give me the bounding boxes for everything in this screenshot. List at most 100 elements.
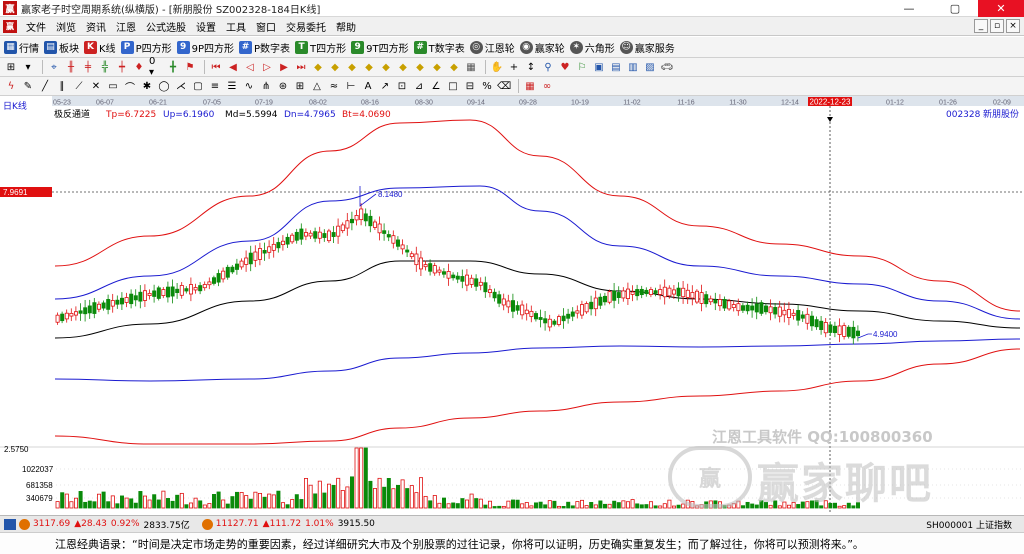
arrow-draw-icon[interactable]: ↗: [378, 79, 392, 93]
rect-icon[interactable]: ▭: [106, 79, 120, 93]
menu-tools[interactable]: 工具: [221, 19, 251, 34]
toolbar-p-table-button[interactable]: # P数字表: [239, 40, 290, 55]
prev-icon[interactable]: ◀: [226, 60, 240, 74]
first-icon[interactable]: ⏮: [209, 60, 223, 74]
diamond9-icon[interactable]: ◆: [447, 60, 461, 74]
diamond8-icon[interactable]: ◆: [430, 60, 444, 74]
toolbar-kline-button[interactable]: K K线: [84, 40, 116, 55]
menu-gann[interactable]: 江恩: [111, 19, 141, 34]
toolbar-9t-square-button[interactable]: 9 9T四方形: [351, 40, 409, 55]
minimize-button[interactable]: —: [886, 0, 932, 17]
toolbar-p-square-button[interactable]: P P四方形: [120, 40, 172, 55]
quotes-icon[interactable]: [4, 518, 16, 530]
toolbar-sectors-button[interactable]: ▤ 板块: [44, 40, 79, 55]
toolbar-9p-square-button[interactable]: 9 9P四方形: [176, 40, 234, 55]
menu-news[interactable]: 资讯: [81, 19, 111, 34]
maximize-button[interactable]: ▢: [932, 0, 978, 17]
toolbar-winner-wheel-button[interactable]: ◉ 赢家轮: [519, 40, 565, 55]
grid-draw-icon[interactable]: ⊞: [293, 79, 307, 93]
arrow-icon[interactable]: ↕: [524, 60, 538, 74]
crosshair-icon[interactable]: ⌖: [47, 60, 61, 74]
diamond5-icon[interactable]: ◆: [379, 60, 393, 74]
split-icon[interactable]: ⊞: [4, 60, 18, 74]
ellipse-icon[interactable]: ◯: [157, 79, 171, 93]
channel-icon[interactable]: ≡: [208, 79, 222, 93]
cross-icon[interactable]: ✕: [89, 79, 103, 93]
toolbar-t-table-button[interactable]: # T数字表: [413, 40, 465, 55]
dropdown-icon[interactable]: ▾: [21, 60, 35, 74]
candle-alt-icon[interactable]: ♦: [132, 60, 146, 74]
close-button[interactable]: ✕: [978, 0, 1024, 17]
toolbar-gann-wheel-button[interactable]: ◎ 江恩轮: [469, 40, 515, 55]
grid-tool-icon[interactable]: ▦: [464, 60, 478, 74]
combo-icon[interactable]: 0 ▾: [149, 56, 163, 78]
lightning-icon[interactable]: ϟ: [4, 79, 18, 93]
menu-file[interactable]: 文件: [21, 19, 51, 34]
wave-icon[interactable]: ≈: [327, 79, 341, 93]
menu-browse[interactable]: 浏览: [51, 19, 81, 34]
line-icon[interactable]: ╬: [98, 60, 112, 74]
text-icon[interactable]: A: [361, 79, 375, 93]
fan-icon[interactable]: ⋌: [174, 79, 188, 93]
calc-icon[interactable]: ▣: [592, 60, 606, 74]
print-icon[interactable]: ▨: [643, 60, 657, 74]
triangle-icon[interactable]: △: [310, 79, 324, 93]
measure-icon[interactable]: ⊢: [344, 79, 358, 93]
percent-icon[interactable]: %: [480, 79, 494, 93]
table-icon[interactable]: ▤: [609, 60, 623, 74]
bar-icon[interactable]: ╪: [81, 60, 95, 74]
speed-icon[interactable]: ⊿: [412, 79, 426, 93]
palette-icon[interactable]: ▦: [523, 79, 537, 93]
angle-icon[interactable]: ∠: [429, 79, 443, 93]
volume-icon[interactable]: ╋: [166, 60, 180, 74]
next-icon[interactable]: ▶: [277, 60, 291, 74]
report-icon[interactable]: ▥: [626, 60, 640, 74]
forward-icon[interactable]: ▷: [260, 60, 274, 74]
menu-trade[interactable]: 交易委托: [281, 19, 331, 34]
toolbar-hexagon-button[interactable]: ✶ 六角形: [569, 40, 615, 55]
cycle-icon[interactable]: ∿: [242, 79, 256, 93]
diamond3-icon[interactable]: ◆: [345, 60, 359, 74]
spiral-icon[interactable]: ⊛: [276, 79, 290, 93]
back-icon[interactable]: ◁: [243, 60, 257, 74]
mark-icon[interactable]: ⊡: [395, 79, 409, 93]
time-icon[interactable]: ⊟: [463, 79, 477, 93]
toolbar-service-button[interactable]: ☺ 赢家服务: [619, 40, 675, 55]
last-icon[interactable]: ⏭: [294, 60, 308, 74]
gann-fan-icon[interactable]: ⋔: [259, 79, 273, 93]
car-icon[interactable]: 🚗︎: [660, 60, 674, 74]
menu-formula-select[interactable]: 公式选股: [141, 19, 191, 34]
menu-window[interactable]: 窗口: [251, 19, 281, 34]
star-icon[interactable]: ✱: [140, 79, 154, 93]
plus-icon[interactable]: +: [507, 60, 521, 74]
mdi-minimize-button[interactable]: _: [974, 19, 988, 33]
fib-icon[interactable]: ☰: [225, 79, 239, 93]
delete-icon[interactable]: ⌫: [497, 79, 511, 93]
infinity-icon[interactable]: ∞: [540, 79, 554, 93]
hand-icon[interactable]: ✋: [490, 60, 504, 74]
diamond2-icon[interactable]: ◆: [328, 60, 342, 74]
line-draw-icon[interactable]: ╱: [38, 79, 52, 93]
diamond7-icon[interactable]: ◆: [413, 60, 427, 74]
flag-icon[interactable]: ⚑: [183, 60, 197, 74]
candle-icon[interactable]: ╫: [64, 60, 78, 74]
arc-icon[interactable]: ⌒: [123, 79, 137, 94]
toolbar-quotes-button[interactable]: ▦ 行情: [4, 40, 39, 55]
toolbar-t-square-button[interactable]: T T四方形: [295, 40, 346, 55]
menu-help[interactable]: 帮助: [331, 19, 361, 34]
mdi-restore-button[interactable]: ▫: [990, 19, 1004, 33]
menu-settings[interactable]: 设置: [191, 19, 221, 34]
ray-icon[interactable]: ⟋: [72, 79, 86, 93]
diamond4-icon[interactable]: ◆: [362, 60, 376, 74]
mdi-close-button[interactable]: ×: [1006, 19, 1020, 33]
zoom-icon[interactable]: ⚲: [541, 60, 555, 74]
diamond-icon[interactable]: ◆: [311, 60, 325, 74]
tag-icon[interactable]: ⚐: [575, 60, 589, 74]
diamond6-icon[interactable]: ◆: [396, 60, 410, 74]
box-icon[interactable]: ▢: [191, 79, 205, 93]
pen-icon[interactable]: ✎: [21, 79, 35, 93]
parallel-icon[interactable]: ∥: [55, 79, 69, 93]
square-icon[interactable]: □: [446, 79, 460, 93]
heart-icon[interactable]: ♥: [558, 60, 572, 74]
ohlc-icon[interactable]: ┿: [115, 60, 129, 74]
